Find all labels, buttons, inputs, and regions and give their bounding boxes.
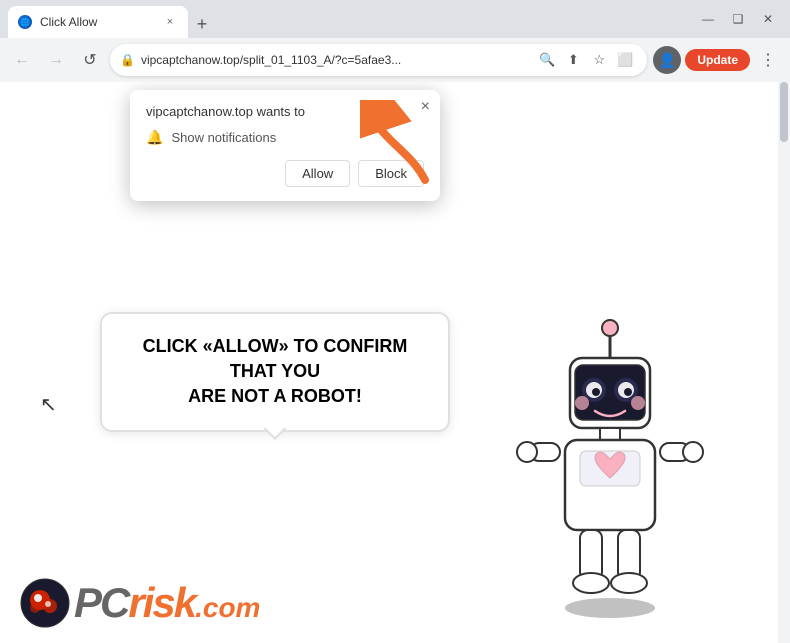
robot-illustration (510, 303, 730, 623)
popup-permission-text: Show notifications (171, 130, 276, 145)
title-bar: 🌐 Click Allow × + — ❑ ✕ (0, 0, 790, 38)
mouse-cursor: ↖ (40, 392, 57, 417)
scrollbar-thumb[interactable] (780, 82, 788, 142)
url-text: vipcaptchanow.top/split_01_1103_A/?c=5af… (141, 53, 529, 67)
allow-button[interactable]: Allow (285, 160, 350, 187)
tab-close-btn[interactable]: × (162, 14, 178, 30)
profile-button[interactable]: 👤 (653, 46, 681, 74)
tab-favicon: 🌐 (18, 15, 32, 29)
search-icon-btn[interactable]: 🔍 (535, 48, 559, 72)
forward-button[interactable]: → (42, 46, 70, 74)
url-actions: 🔍 ⬆ ☆ ⬜ (535, 48, 637, 72)
reload-button[interactable]: ↺ (76, 46, 104, 74)
extension-icon-btn[interactable]: ⬜ (613, 48, 637, 72)
speech-bubble: CLICK «ALLOW» TO CONFIRM THAT YOU ARE NO… (100, 312, 450, 432)
minimize-button[interactable]: — (694, 7, 722, 31)
com-text: .com (195, 592, 260, 624)
page-content: × vipcaptchanow.top wants to 🔔 Show noti… (0, 82, 790, 643)
risk-text: risk (128, 579, 195, 627)
pcrisk-logo: PCrisk.com (20, 578, 260, 628)
tab-title: Click Allow (40, 15, 154, 29)
close-button[interactable]: ✕ (754, 7, 782, 31)
browser-frame: 🌐 Click Allow × + — ❑ ✕ ← → ↺ 🔒 vipcaptc… (0, 0, 790, 643)
bubble-text: CLICK «ALLOW» TO CONFIRM THAT YOU ARE NO… (126, 334, 424, 410)
tab-area: 🌐 Click Allow × + (8, 0, 690, 38)
bell-icon: 🔔 (146, 129, 163, 146)
back-button[interactable]: ← (8, 46, 36, 74)
maximize-button[interactable]: ❑ (724, 7, 752, 31)
new-tab-button[interactable]: + (188, 10, 216, 38)
pcrisk-icon (20, 578, 70, 628)
address-bar: ← → ↺ 🔒 vipcaptchanow.top/split_01_1103_… (0, 38, 790, 82)
browser-tab[interactable]: 🌐 Click Allow × (8, 6, 188, 38)
update-button[interactable]: Update (685, 49, 750, 71)
bookmark-icon-btn[interactable]: ☆ (587, 48, 611, 72)
menu-button[interactable]: ⋮ (754, 46, 782, 74)
pc-text: PC (74, 579, 128, 627)
lock-icon: 🔒 (120, 53, 135, 67)
browser-actions: 👤 Update ⋮ (653, 46, 782, 74)
url-bar[interactable]: 🔒 vipcaptchanow.top/split_01_1103_A/?c=5… (110, 44, 647, 76)
arrow-pointer (360, 100, 440, 195)
window-controls: — ❑ ✕ (694, 7, 782, 31)
share-icon-btn[interactable]: ⬆ (561, 48, 585, 72)
pcrisk-text: PCrisk.com (74, 579, 260, 627)
scrollbar[interactable] (778, 82, 790, 643)
